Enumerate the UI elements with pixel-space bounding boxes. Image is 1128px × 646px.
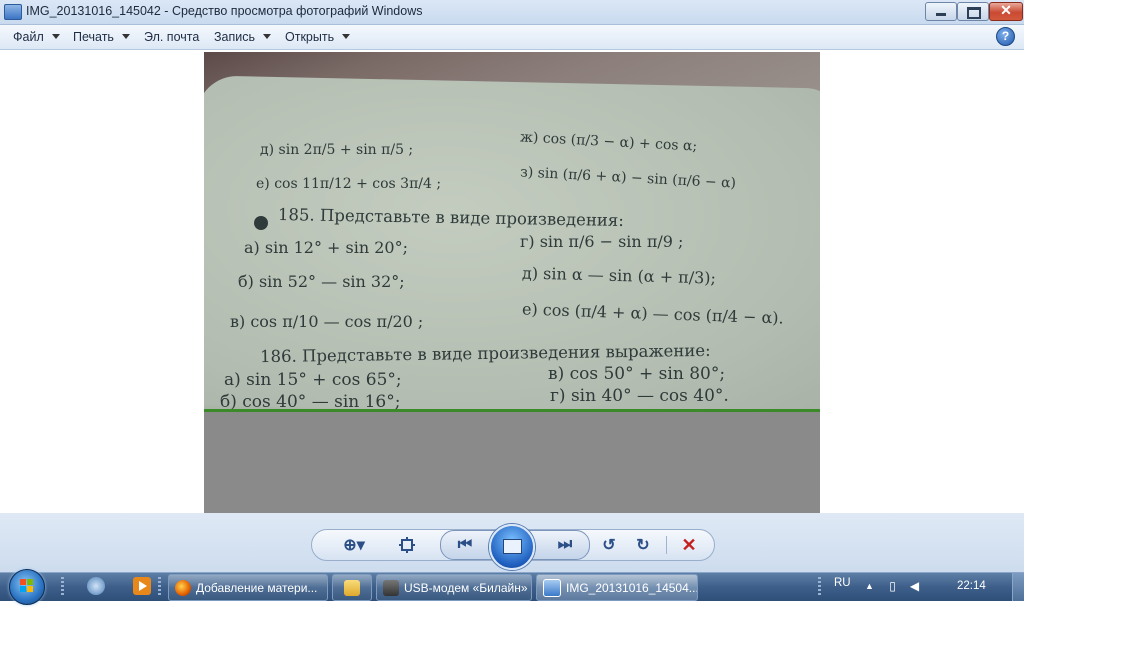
- photo-viewer-icon: [543, 578, 561, 597]
- clock[interactable]: 22:14: [957, 580, 986, 592]
- chevron-down-icon: [342, 34, 351, 39]
- displayed-photo: д) sin 2π/5 + sin π/5 ; ж) cos (π/3 − α)…: [204, 52, 820, 412]
- photo-text-line: е) cos 11π/12 + cos 3π/4 ;: [256, 176, 442, 192]
- volume-icon[interactable]: ◀: [908, 580, 921, 593]
- start-button[interactable]: [9, 569, 45, 605]
- photo-text-line: г) sin 40° — cos 40°.: [550, 386, 729, 406]
- previous-icon: ⏮: [457, 536, 473, 553]
- firefox-icon: [175, 579, 191, 596]
- menu-burn-label: Запись: [214, 30, 256, 44]
- maximize-button[interactable]: [957, 2, 989, 21]
- rotate-cw-button[interactable]: ↻: [628, 530, 658, 560]
- menu-burn[interactable]: Запись: [214, 30, 272, 44]
- minimize-icon: [936, 13, 946, 16]
- delete-button[interactable]: ✕: [674, 530, 704, 560]
- chevron-down-icon: [51, 34, 60, 39]
- taskbar-button-label: USB-модем «Билайн»: [404, 580, 528, 595]
- folder-icon: [344, 579, 360, 596]
- zoom-button[interactable]: ⊕▾: [334, 530, 374, 560]
- taskbar-button-photo-viewer[interactable]: IMG_20131016_14504...: [536, 574, 698, 601]
- play-icon: [139, 581, 147, 591]
- taskbar: Добавление матери... USB-модем «Билайн» …: [0, 569, 1024, 605]
- network-icon[interactable]: ▯: [886, 580, 899, 593]
- close-icon: ✕: [1000, 2, 1012, 18]
- close-button[interactable]: ✕: [989, 2, 1023, 21]
- menu-file[interactable]: Файл: [13, 30, 60, 44]
- menu-print-label: Печать: [73, 30, 114, 44]
- maximize-icon: [967, 7, 981, 19]
- minimize-button[interactable]: [925, 2, 957, 21]
- next-icon: ⏭: [557, 536, 573, 553]
- menu-print[interactable]: Печать: [73, 30, 130, 44]
- photo-text-line: д) sin 2π/5 + sin π/5 ;: [260, 142, 414, 158]
- modem-icon: [383, 579, 399, 596]
- show-desktop-button[interactable]: [1012, 573, 1024, 601]
- menu-email[interactable]: Эл. почта: [144, 30, 199, 44]
- language-indicator[interactable]: RU: [834, 577, 851, 589]
- bullet-dot: [254, 216, 268, 230]
- photo-viewer-window: IMG_20131016_145042 - Средство просмотра…: [0, 0, 1024, 572]
- tray-expand-icon[interactable]: ▲: [863, 580, 876, 593]
- rotate-ccw-icon: ↺: [602, 537, 616, 554]
- menu-open-label: Открыть: [285, 30, 335, 44]
- photo-text-line: а) sin 12° + sin 20°;: [244, 238, 408, 257]
- photo-text-line: б) sin 52° — sin 32°;: [238, 272, 405, 291]
- media-player-icon[interactable]: [133, 577, 151, 595]
- photo-viewer-app-icon[interactable]: [4, 4, 22, 20]
- control-separator: [666, 536, 667, 554]
- help-icon[interactable]: ?: [996, 27, 1015, 46]
- taskbar-button-modem[interactable]: USB-модем «Билайн»: [376, 574, 532, 601]
- menu-email-label: Эл. почта: [144, 30, 200, 44]
- window-title: IMG_20131016_145042 - Средство просмотра…: [26, 4, 423, 18]
- photo-text-line: в) cos 50° + sin 80°;: [548, 364, 726, 384]
- taskbar-button-explorer[interactable]: [332, 574, 372, 601]
- viewer-control-bar: ⊕▾ ↺ ↻ ✕ ⏮ ⏭: [0, 513, 1024, 572]
- photo-text-line: а) sin 15° + cos 65°;: [224, 370, 402, 390]
- menu-file-label: Файл: [13, 30, 44, 44]
- taskbar-button-firefox[interactable]: Добавление матери...: [168, 574, 328, 601]
- chevron-down-icon: [121, 34, 130, 39]
- show-desktop-quick-icon[interactable]: [87, 577, 105, 595]
- actual-size-button[interactable]: [392, 530, 422, 560]
- menu-open[interactable]: Открыть: [285, 30, 351, 44]
- photo-unloaded-area: [204, 412, 820, 513]
- menu-bar: Файл Печать Эл. почта Запись Открыть ?: [0, 25, 1024, 50]
- rotate-ccw-button[interactable]: ↺: [594, 530, 624, 560]
- taskbar-button-label: Добавление матери...: [196, 580, 318, 595]
- photo-text-line: г) sin π/6 − sin π/9 ;: [520, 232, 684, 251]
- taskbar-grip[interactable]: [61, 577, 64, 597]
- taskbar-button-label: IMG_20131016_14504...: [566, 580, 698, 595]
- taskbar-grip[interactable]: [158, 577, 161, 597]
- chevron-down-icon: [263, 34, 272, 39]
- delete-icon: ✕: [681, 534, 697, 555]
- next-button[interactable]: ⏭: [545, 531, 585, 559]
- photo-text-line: в) cos π/10 — cos π/20 ;: [230, 312, 424, 331]
- zoom-icon: ⊕▾: [343, 537, 365, 554]
- rotate-cw-icon: ↻: [636, 537, 650, 554]
- slideshow-icon: [503, 539, 522, 554]
- image-viewport[interactable]: д) sin 2π/5 + sin π/5 ; ж) cos (π/3 − α)…: [0, 50, 1024, 513]
- previous-button[interactable]: ⏮: [445, 531, 485, 559]
- windows-logo-icon: [20, 579, 34, 593]
- fit-icon: [399, 537, 415, 553]
- tray-grip[interactable]: [818, 577, 821, 597]
- title-bar[interactable]: IMG_20131016_145042 - Средство просмотра…: [0, 0, 1024, 25]
- slideshow-button[interactable]: [489, 524, 535, 570]
